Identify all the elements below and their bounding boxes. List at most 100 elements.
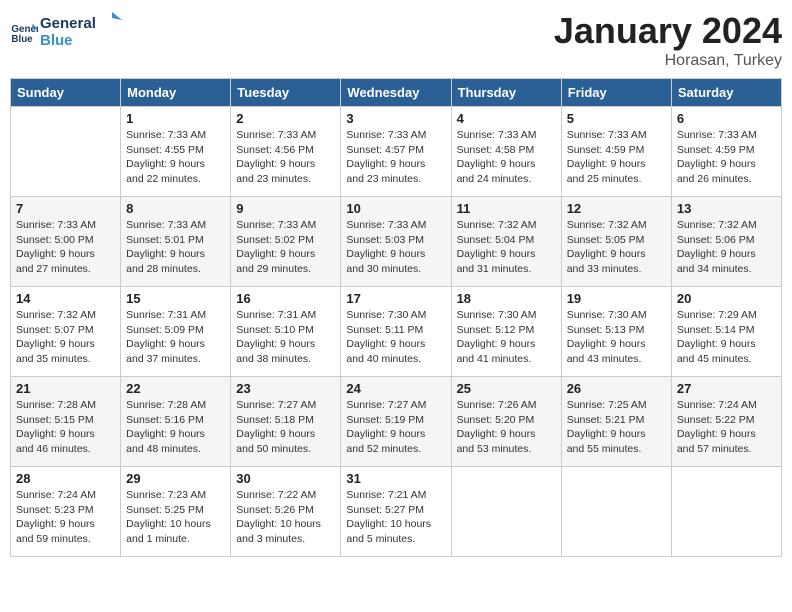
calendar-cell: 14Sunrise: 7:32 AM Sunset: 5:07 PM Dayli…: [11, 287, 121, 377]
header-cell-monday: Monday: [121, 79, 231, 107]
calendar-cell: 3 Sunrise: 7:33 AM Sunset: 4:57 PM Daylig…: [341, 107, 451, 197]
location: Horasan, Turkey: [554, 52, 782, 70]
calendar-cell: 5Sunrise: 7:33 AM Sunset: 4:59 PM Daylig…: [561, 107, 671, 197]
calendar-cell: 28 Sunrise: 7:24 AM Sunset: 5:23 PM Dayli…: [11, 467, 121, 557]
day-number: 3: [346, 111, 445, 126]
header-row: SundayMondayTuesdayWednesdayThursdayFrid…: [11, 79, 782, 107]
svg-text:Blue: Blue: [11, 34, 33, 45]
calendar-cell: 19 Sunrise: 7:30 AM Sunset: 5:13 PM Dayli…: [561, 287, 671, 377]
calendar-cell: [451, 467, 561, 557]
day-number: 23: [236, 381, 335, 396]
calendar-cell: 24Sunrise: 7:27 AM Sunset: 5:19 PM Dayli…: [341, 377, 451, 467]
day-info: Sunrise: 7:30 AM Sunset: 5:11 PM Dayligh…: [346, 308, 445, 367]
calendar-week-5: 28 Sunrise: 7:24 AM Sunset: 5:23 PM Dayli…: [11, 467, 782, 557]
day-info: Sunrise: 7:31 AM Sunset: 5:09 PM Dayligh…: [126, 308, 225, 367]
day-number: 16: [236, 291, 335, 306]
day-info: Sunrise: 7:28 AM Sunset: 5:15 PM Dayligh…: [16, 398, 115, 457]
day-number: 29: [126, 471, 225, 486]
day-number: 19: [567, 291, 666, 306]
day-number: 28: [16, 471, 115, 486]
calendar-week-2: 7 Sunrise: 7:33 AM Sunset: 5:00 PM Daylig…: [11, 197, 782, 287]
logo-icon: General Blue: [10, 18, 38, 46]
day-info: Sunrise: 7:33 AM Sunset: 4:58 PM Dayligh…: [457, 128, 556, 187]
day-number: 30: [236, 471, 335, 486]
header-cell-sunday: Sunday: [11, 79, 121, 107]
day-info: Sunrise: 7:32 AM Sunset: 5:06 PM Dayligh…: [677, 218, 776, 277]
svg-text:Blue: Blue: [40, 32, 73, 49]
calendar-cell: 2Sunrise: 7:33 AM Sunset: 4:56 PM Daylig…: [231, 107, 341, 197]
day-number: 20: [677, 291, 776, 306]
day-info: Sunrise: 7:26 AM Sunset: 5:20 PM Dayligh…: [457, 398, 556, 457]
calendar-cell: 27 Sunrise: 7:24 AM Sunset: 5:22 PM Dayli…: [671, 377, 781, 467]
day-info: Sunrise: 7:33 AM Sunset: 5:00 PM Dayligh…: [16, 218, 115, 277]
day-info: Sunrise: 7:32 AM Sunset: 5:04 PM Dayligh…: [457, 218, 556, 277]
calendar-cell: 22Sunrise: 7:28 AM Sunset: 5:16 PM Dayli…: [121, 377, 231, 467]
calendar-cell: 11 Sunrise: 7:32 AM Sunset: 5:04 PM Dayli…: [451, 197, 561, 287]
day-number: 5: [567, 111, 666, 126]
day-info: Sunrise: 7:33 AM Sunset: 5:01 PM Dayligh…: [126, 218, 225, 277]
calendar-cell: 29 Sunrise: 7:23 AM Sunset: 5:25 PM Dayli…: [121, 467, 231, 557]
day-number: 17: [346, 291, 445, 306]
day-info: Sunrise: 7:33 AM Sunset: 4:57 PM Dayligh…: [346, 128, 445, 187]
calendar-cell: [671, 467, 781, 557]
day-number: 11: [457, 201, 556, 216]
day-number: 18: [457, 291, 556, 306]
day-number: 12: [567, 201, 666, 216]
day-number: 14: [16, 291, 115, 306]
day-number: 31: [346, 471, 445, 486]
calendar-cell: 8 Sunrise: 7:33 AM Sunset: 5:01 PM Daylig…: [121, 197, 231, 287]
calendar-cell: 15Sunrise: 7:31 AM Sunset: 5:09 PM Dayli…: [121, 287, 231, 377]
svg-text:General: General: [40, 15, 96, 32]
calendar-cell: 12 Sunrise: 7:32 AM Sunset: 5:05 PM Dayli…: [561, 197, 671, 287]
calendar-cell: 26Sunrise: 7:25 AM Sunset: 5:21 PM Dayli…: [561, 377, 671, 467]
day-number: 13: [677, 201, 776, 216]
calendar-cell: 10 Sunrise: 7:33 AM Sunset: 5:03 PM Dayli…: [341, 197, 451, 287]
day-number: 9: [236, 201, 335, 216]
day-info: Sunrise: 7:33 AM Sunset: 5:03 PM Dayligh…: [346, 218, 445, 277]
day-number: 22: [126, 381, 225, 396]
day-info: Sunrise: 7:33 AM Sunset: 4:55 PM Dayligh…: [126, 128, 225, 187]
calendar-cell: 25 Sunrise: 7:26 AM Sunset: 5:20 PM Dayli…: [451, 377, 561, 467]
day-info: Sunrise: 7:27 AM Sunset: 5:18 PM Dayligh…: [236, 398, 335, 457]
day-info: Sunrise: 7:29 AM Sunset: 5:14 PM Dayligh…: [677, 308, 776, 367]
month-title: January 2024: [554, 10, 782, 52]
calendar-cell: 30 Sunrise: 7:22 AM Sunset: 5:26 PM Dayli…: [231, 467, 341, 557]
day-number: 27: [677, 381, 776, 396]
day-info: Sunrise: 7:22 AM Sunset: 5:26 PM Dayligh…: [236, 488, 335, 547]
header-cell-tuesday: Tuesday: [231, 79, 341, 107]
calendar-cell: 9Sunrise: 7:33 AM Sunset: 5:02 PM Daylig…: [231, 197, 341, 287]
day-info: Sunrise: 7:33 AM Sunset: 4:59 PM Dayligh…: [677, 128, 776, 187]
calendar-week-1: 1 Sunrise: 7:33 AM Sunset: 4:55 PM Daylig…: [11, 107, 782, 197]
day-info: Sunrise: 7:24 AM Sunset: 5:23 PM Dayligh…: [16, 488, 115, 547]
day-info: Sunrise: 7:33 AM Sunset: 4:56 PM Dayligh…: [236, 128, 335, 187]
header-cell-friday: Friday: [561, 79, 671, 107]
day-number: 6: [677, 111, 776, 126]
day-number: 26: [567, 381, 666, 396]
day-number: 7: [16, 201, 115, 216]
calendar-header: SundayMondayTuesdayWednesdayThursdayFrid…: [11, 79, 782, 107]
day-number: 1: [126, 111, 225, 126]
header-cell-thursday: Thursday: [451, 79, 561, 107]
calendar-table: SundayMondayTuesdayWednesdayThursdayFrid…: [10, 78, 782, 557]
calendar-cell: 16 Sunrise: 7:31 AM Sunset: 5:10 PM Dayli…: [231, 287, 341, 377]
header-cell-saturday: Saturday: [671, 79, 781, 107]
calendar-week-3: 14Sunrise: 7:32 AM Sunset: 5:07 PM Dayli…: [11, 287, 782, 377]
calendar-body: 1 Sunrise: 7:33 AM Sunset: 4:55 PM Daylig…: [11, 107, 782, 557]
day-info: Sunrise: 7:24 AM Sunset: 5:22 PM Dayligh…: [677, 398, 776, 457]
calendar-cell: 7 Sunrise: 7:33 AM Sunset: 5:00 PM Daylig…: [11, 197, 121, 287]
page-header: General Blue General Blue January 2024 H…: [10, 10, 782, 70]
day-number: 8: [126, 201, 225, 216]
day-info: Sunrise: 7:30 AM Sunset: 5:13 PM Dayligh…: [567, 308, 666, 367]
calendar-cell: 6 Sunrise: 7:33 AM Sunset: 4:59 PM Daylig…: [671, 107, 781, 197]
day-number: 25: [457, 381, 556, 396]
day-info: Sunrise: 7:21 AM Sunset: 5:27 PM Dayligh…: [346, 488, 445, 547]
day-number: 24: [346, 381, 445, 396]
title-block: January 2024 Horasan, Turkey: [554, 10, 782, 70]
day-info: Sunrise: 7:32 AM Sunset: 5:05 PM Dayligh…: [567, 218, 666, 277]
day-info: Sunrise: 7:31 AM Sunset: 5:10 PM Dayligh…: [236, 308, 335, 367]
day-info: Sunrise: 7:23 AM Sunset: 5:25 PM Dayligh…: [126, 488, 225, 547]
calendar-cell: 17 Sunrise: 7:30 AM Sunset: 5:11 PM Dayli…: [341, 287, 451, 377]
calendar-cell: 23 Sunrise: 7:27 AM Sunset: 5:18 PM Dayli…: [231, 377, 341, 467]
calendar-cell: 1 Sunrise: 7:33 AM Sunset: 4:55 PM Daylig…: [121, 107, 231, 197]
day-number: 10: [346, 201, 445, 216]
